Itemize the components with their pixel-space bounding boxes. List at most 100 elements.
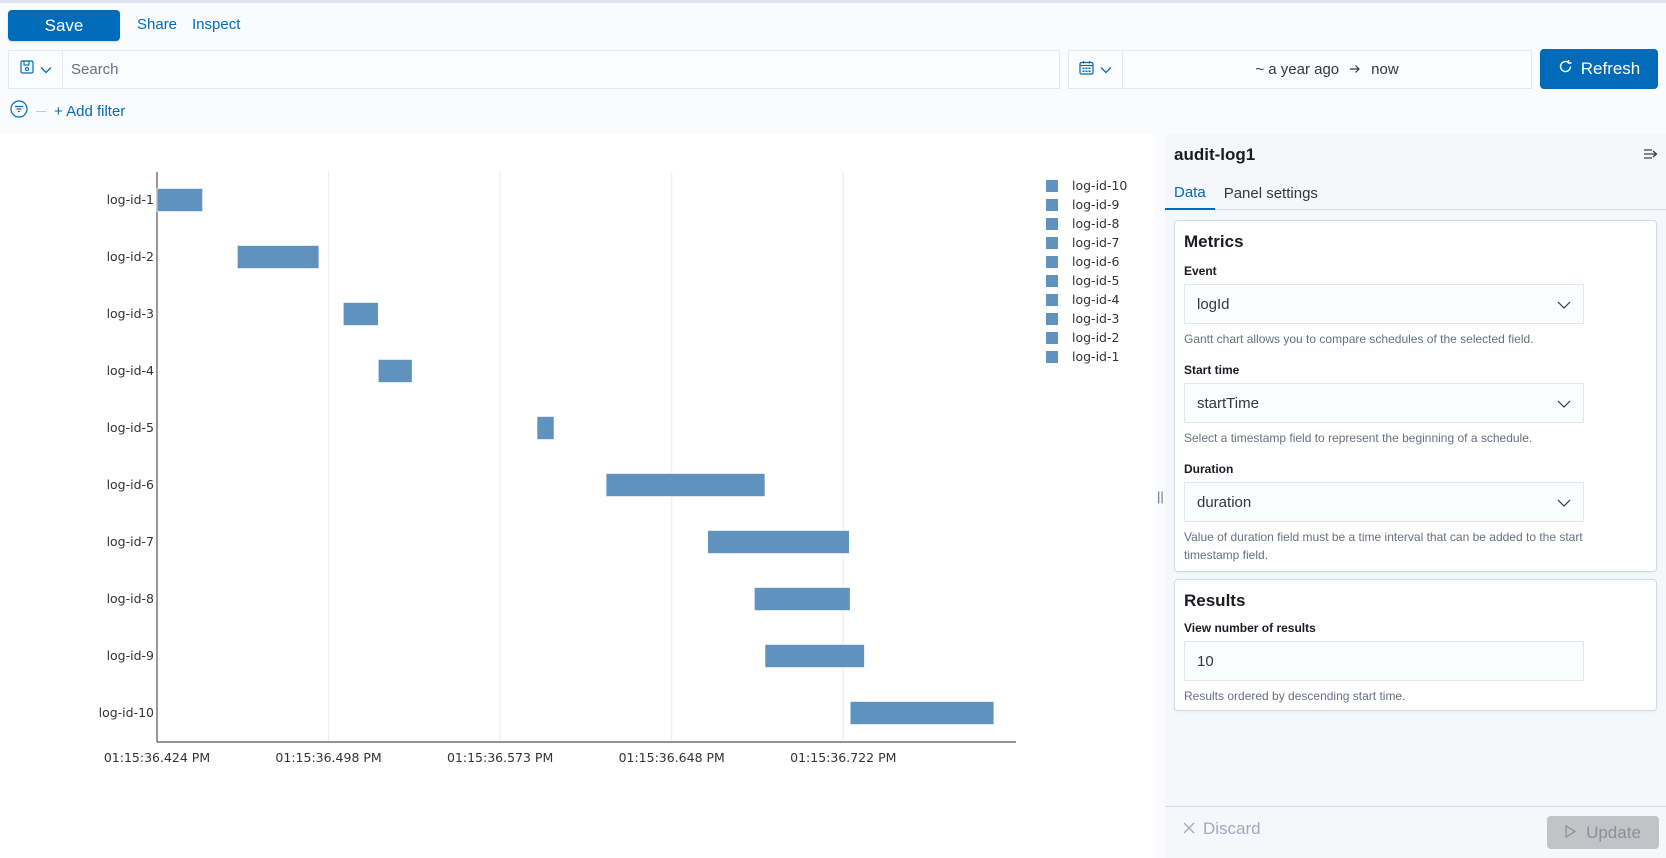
legend-swatch <box>1046 198 1058 211</box>
gantt-bar[interactable] <box>754 587 851 611</box>
legend-item[interactable]: log-id-5 <box>1046 271 1127 290</box>
gantt-chart: 01:15:36.424 PM 01:15:36.498 PM 01:15:36.5… <box>0 134 1155 858</box>
query-bar <box>8 50 1060 89</box>
refresh-label: Refresh <box>1580 59 1641 78</box>
legend-label: log-id-2 <box>1072 330 1120 345</box>
results-help: Results ordered by descending start time… <box>1184 689 1406 703</box>
refresh-button[interactable]: Refresh <box>1540 49 1658 89</box>
save-button[interactable]: Save <box>8 10 120 41</box>
chart-legend: log-id-10 log-id-9 log-id-8 log-id-7 log-id-… <box>1046 176 1127 366</box>
duration-value: duration <box>1197 493 1252 511</box>
gantt-bar[interactable] <box>849 701 995 725</box>
calendar-icon <box>1079 60 1094 80</box>
chevron-down-icon <box>1557 296 1571 313</box>
legend-swatch <box>1046 293 1058 306</box>
gantt-bar[interactable] <box>343 302 379 326</box>
start-time-select[interactable]: startTime <box>1184 383 1584 423</box>
gantt-bar[interactable] <box>536 416 555 440</box>
legend-item[interactable]: log-id-1 <box>1046 347 1127 366</box>
gantt-bar[interactable] <box>707 530 850 554</box>
add-filter-button[interactable]: + Add filter <box>54 103 125 120</box>
legend-label: log-id-1 <box>1072 349 1120 364</box>
panel-footer: Discard Update <box>1165 806 1666 858</box>
y-tick-label: log-id-10 <box>99 705 154 720</box>
legend-label: log-id-9 <box>1072 197 1120 212</box>
discard-label: Discard <box>1203 819 1261 838</box>
legend-swatch <box>1046 236 1058 249</box>
legend-item[interactable]: log-id-3 <box>1046 309 1127 328</box>
discard-button[interactable]: Discard <box>1183 819 1261 839</box>
legend-item[interactable]: log-id-6 <box>1046 252 1127 271</box>
legend-item[interactable]: log-id-2 <box>1046 328 1127 347</box>
chevron-down-icon <box>1557 395 1571 412</box>
legend-item[interactable]: log-id-10 <box>1046 176 1127 195</box>
legend-swatch <box>1046 331 1058 344</box>
window-top-border <box>0 0 1666 3</box>
tab-data[interactable]: Data <box>1165 176 1215 210</box>
chevron-down-icon <box>1100 61 1112 79</box>
legend-item[interactable]: log-id-7 <box>1046 233 1127 252</box>
legend-item[interactable]: log-id-8 <box>1046 214 1127 233</box>
duration-label: Duration <box>1184 462 1234 476</box>
filter-icon[interactable] <box>10 100 28 123</box>
play-icon <box>1565 823 1577 843</box>
update-label: Update <box>1586 822 1641 842</box>
duration-select[interactable]: duration <box>1184 482 1584 522</box>
y-tick-label: log-id-9 <box>107 648 154 663</box>
y-tick-label: log-id-5 <box>107 420 154 435</box>
x-tick-label: 01:15:36.424 PM <box>104 750 210 765</box>
date-start[interactable]: ~ a year ago <box>1255 61 1339 78</box>
gantt-bar[interactable] <box>764 644 865 668</box>
legend-label: log-id-5 <box>1072 273 1120 288</box>
close-icon <box>1183 819 1195 839</box>
gantt-bar[interactable] <box>237 245 320 269</box>
gantt-bar[interactable] <box>156 188 203 212</box>
collapse-panel-icon[interactable] <box>1643 147 1658 164</box>
saved-queries-button[interactable] <box>9 51 63 88</box>
share-link[interactable]: Share <box>137 16 177 33</box>
filter-bar: + Add filter <box>10 100 125 123</box>
panel-title: audit-log1 <box>1174 145 1256 164</box>
date-picker: ~ a year ago now <box>1068 50 1532 89</box>
results-count-input[interactable] <box>1184 641 1584 681</box>
results-title: Results <box>1184 591 1246 610</box>
legend-swatch <box>1046 255 1058 268</box>
legend-label: log-id-10 <box>1072 178 1128 193</box>
date-range: ~ a year ago now <box>1123 61 1531 78</box>
quick-select-button[interactable] <box>1069 51 1123 88</box>
search-input[interactable] <box>63 51 1059 88</box>
filter-divider <box>36 111 46 112</box>
update-button[interactable]: Update <box>1547 816 1659 849</box>
legend-item[interactable]: log-id-9 <box>1046 195 1127 214</box>
chevron-down-icon <box>40 61 52 79</box>
legend-label: log-id-4 <box>1072 292 1120 307</box>
drag-grip-icon[interactable]: || <box>1157 489 1164 504</box>
metrics-card: Metrics Event logId Gantt chart allows y… <box>1174 220 1657 572</box>
event-value: logId <box>1197 295 1230 313</box>
gantt-bar[interactable] <box>378 359 413 383</box>
refresh-icon <box>1558 59 1573 79</box>
event-help: Gantt chart allows you to compare schedu… <box>1184 332 1534 346</box>
start-time-help: Select a timestamp field to represent th… <box>1184 431 1533 445</box>
event-select[interactable]: logId <box>1184 284 1584 324</box>
gantt-bar[interactable] <box>605 473 766 497</box>
tab-panel-settings[interactable]: Panel settings <box>1215 176 1327 210</box>
legend-swatch <box>1046 179 1058 192</box>
event-label: Event <box>1184 264 1217 278</box>
legend-swatch <box>1046 312 1058 325</box>
y-tick-label: log-id-4 <box>107 363 154 378</box>
arrow-right-icon <box>1349 61 1361 78</box>
y-tick-label: log-id-8 <box>107 591 154 606</box>
legend-swatch <box>1046 217 1058 230</box>
panel-tabs: Data Panel settings <box>1165 176 1666 210</box>
legend-item[interactable]: log-id-4 <box>1046 290 1127 309</box>
results-count-label: View number of results <box>1184 621 1316 635</box>
legend-label: log-id-7 <box>1072 235 1120 250</box>
y-tick-label: log-id-1 <box>107 192 154 207</box>
legend-swatch <box>1046 274 1058 287</box>
x-tick-label: 01:15:36.498 PM <box>275 750 381 765</box>
save-disk-icon <box>19 60 34 79</box>
legend-label: log-id-3 <box>1072 311 1120 326</box>
inspect-link[interactable]: Inspect <box>192 16 240 33</box>
date-end[interactable]: now <box>1371 61 1399 78</box>
